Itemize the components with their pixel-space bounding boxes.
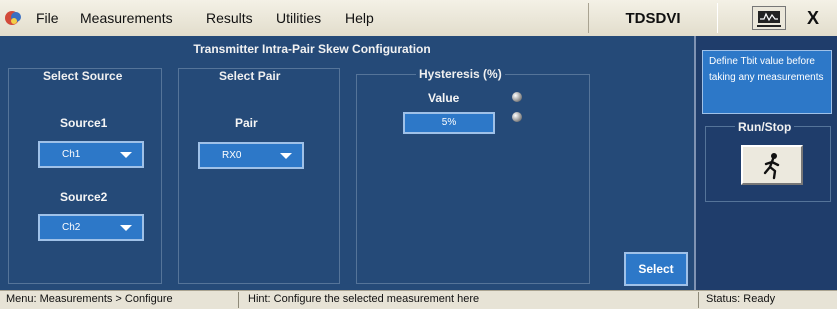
source-group [8, 68, 162, 284]
running-figure-icon [763, 153, 780, 180]
menu-measurements[interactable]: Measurements [80, 10, 173, 26]
menu-results[interactable]: Results [206, 10, 253, 26]
runstop-title: Run/Stop [735, 120, 795, 134]
app-name: TDSDVI [588, 3, 718, 33]
status-menu-path: Menu: Measurements > Configure [6, 293, 173, 305]
menu-bar: File Measurements Results Utilities Help… [0, 0, 837, 37]
menu-file[interactable]: File [36, 10, 59, 26]
knob-icon[interactable] [512, 112, 522, 122]
pair-label: Pair [235, 116, 258, 130]
status-bar: Menu: Measurements > Configure Hint: Con… [0, 290, 837, 309]
run-stop-button[interactable] [741, 145, 803, 185]
source1-label: Source1 [60, 116, 108, 130]
knob-icon[interactable] [512, 92, 522, 102]
source1-dropdown[interactable]: Ch1 [38, 141, 144, 168]
pair-group [178, 68, 340, 284]
source1-value: Ch1 [62, 149, 81, 160]
minimize-button[interactable] [752, 6, 786, 30]
source2-value: Ch2 [62, 222, 81, 233]
pair-group-title: Select Pair [216, 69, 284, 83]
hysteresis-group-title: Hysteresis (%) [416, 67, 505, 81]
waveform-icon [757, 11, 781, 27]
info-message: Define Tbit value before taking any meas… [702, 50, 832, 114]
hysteresis-value-field[interactable]: 5% [403, 112, 495, 134]
hysteresis-group [356, 74, 590, 284]
source2-dropdown[interactable]: Ch2 [38, 214, 144, 241]
menu-utilities[interactable]: Utilities [276, 10, 321, 26]
configuration-title: Transmitter Intra-Pair Skew Configuratio… [193, 42, 431, 56]
chevron-down-icon [120, 225, 132, 231]
pair-value: RX0 [222, 150, 242, 161]
chevron-down-icon [120, 152, 132, 158]
select-button[interactable]: Select [624, 252, 688, 286]
status-divider [238, 292, 239, 308]
status-text: Status: Ready [706, 293, 776, 305]
chevron-down-icon [280, 153, 292, 159]
app-logo-icon[interactable] [4, 9, 24, 27]
status-hint: Hint: Configure the selected measurement… [248, 293, 480, 305]
menu-help[interactable]: Help [345, 10, 374, 26]
hysteresis-value-label: Value [428, 91, 460, 105]
status-divider [698, 292, 699, 308]
source2-label: Source2 [60, 190, 108, 204]
pair-dropdown[interactable]: RX0 [198, 142, 304, 169]
source-group-title: Select Source [40, 69, 126, 83]
close-button[interactable]: X [796, 6, 830, 30]
